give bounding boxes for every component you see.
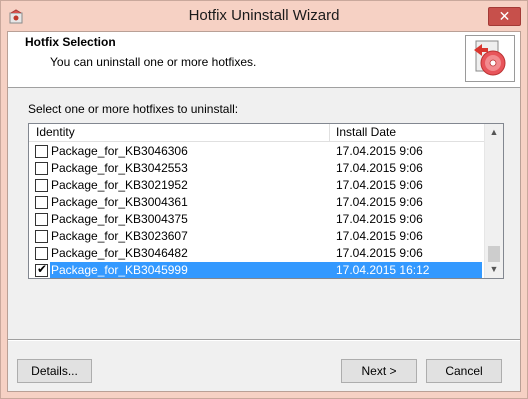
row-install-date: 17.04.2015 9:06: [336, 161, 423, 175]
row-identity: Package_for_KB3004361: [51, 195, 188, 209]
vertical-scrollbar[interactable]: ▲ ▼: [484, 124, 503, 278]
close-button[interactable]: ✕: [488, 7, 521, 26]
list-item[interactable]: Package_for_KB3046482 17.04.2015 9:06: [29, 245, 484, 262]
row-identity: Package_for_KB3042553: [51, 161, 188, 175]
list-item[interactable]: Package_for_KB3021952 17.04.2015 9:06: [29, 177, 484, 194]
list-item[interactable]: Package_for_KB3004361 17.04.2015 9:06: [29, 194, 484, 211]
uninstall-disc-icon: [465, 35, 515, 82]
page-subtitle: You can uninstall one or more hotfixes.: [50, 55, 257, 69]
list-item[interactable]: Package_for_KB3042553 17.04.2015 9:06: [29, 160, 484, 177]
window-title: Hotfix Uninstall Wizard: [188, 7, 340, 24]
row-checkbox[interactable]: [35, 162, 48, 175]
list-prompt: Select one or more hotfixes to uninstall…: [28, 102, 239, 116]
row-install-date: 17.04.2015 9:06: [336, 178, 423, 192]
row-install-date: 17.04.2015 9:06: [336, 246, 423, 260]
scroll-up-arrow-icon[interactable]: ▲: [485, 124, 503, 141]
row-identity: Package_for_KB3045999: [50, 262, 330, 278]
column-install-date[interactable]: Install Date: [331, 124, 484, 142]
list-item-selected[interactable]: ✔ Package_for_KB3045999 17.04.2015 16:12: [29, 262, 484, 278]
row-checkbox-checked[interactable]: ✔: [35, 262, 48, 277]
row-checkbox[interactable]: [35, 145, 48, 158]
next-button[interactable]: Next >: [341, 359, 417, 383]
wizard-header: Hotfix Selection You can uninstall one o…: [8, 32, 520, 88]
list-item[interactable]: Package_for_KB3023607 17.04.2015 9:06: [29, 228, 484, 245]
row-identity: Package_for_KB3004375: [51, 212, 188, 226]
list-header: Identity Install Date: [29, 124, 484, 142]
scrollbar-thumb[interactable]: [488, 246, 500, 262]
column-identity[interactable]: Identity: [29, 124, 330, 142]
row-identity: Package_for_KB3046306: [51, 144, 188, 158]
footer-separator: [8, 339, 520, 341]
wizard-window: Hotfix Uninstall Wizard ✕ Hotfix Selecti…: [0, 0, 528, 399]
list-rows: Package_for_KB3046306 17.04.2015 9:06 Pa…: [29, 143, 484, 278]
row-checkbox[interactable]: [35, 230, 48, 243]
row-install-date: 17.04.2015 16:12: [330, 262, 482, 278]
row-identity: Package_for_KB3021952: [51, 178, 188, 192]
hotfix-list[interactable]: Identity Install Date Package_for_KB3046…: [28, 123, 504, 279]
scroll-down-arrow-icon[interactable]: ▼: [485, 261, 503, 278]
row-install-date: 17.04.2015 9:06: [336, 195, 423, 209]
details-button[interactable]: Details...: [17, 359, 92, 383]
checkmark-icon: ✔: [37, 262, 48, 276]
row-checkbox[interactable]: [35, 179, 48, 192]
row-install-date: 17.04.2015 9:06: [336, 212, 423, 226]
row-install-date: 17.04.2015 9:06: [336, 229, 423, 243]
cancel-button[interactable]: Cancel: [426, 359, 502, 383]
row-identity: Package_for_KB3023607: [51, 229, 188, 243]
title-bar[interactable]: Hotfix Uninstall Wizard ✕: [1, 1, 527, 31]
list-item[interactable]: Package_for_KB3046306 17.04.2015 9:06: [29, 143, 484, 160]
page-title: Hotfix Selection: [25, 35, 116, 49]
row-identity: Package_for_KB3046482: [51, 246, 188, 260]
row-install-date: 17.04.2015 9:06: [336, 144, 423, 158]
list-item[interactable]: Package_for_KB3004375 17.04.2015 9:06: [29, 211, 484, 228]
row-checkbox[interactable]: [35, 247, 48, 260]
row-checkbox[interactable]: [35, 213, 48, 226]
wizard-client-area: Hotfix Selection You can uninstall one o…: [7, 31, 521, 392]
row-checkbox[interactable]: [35, 196, 48, 209]
